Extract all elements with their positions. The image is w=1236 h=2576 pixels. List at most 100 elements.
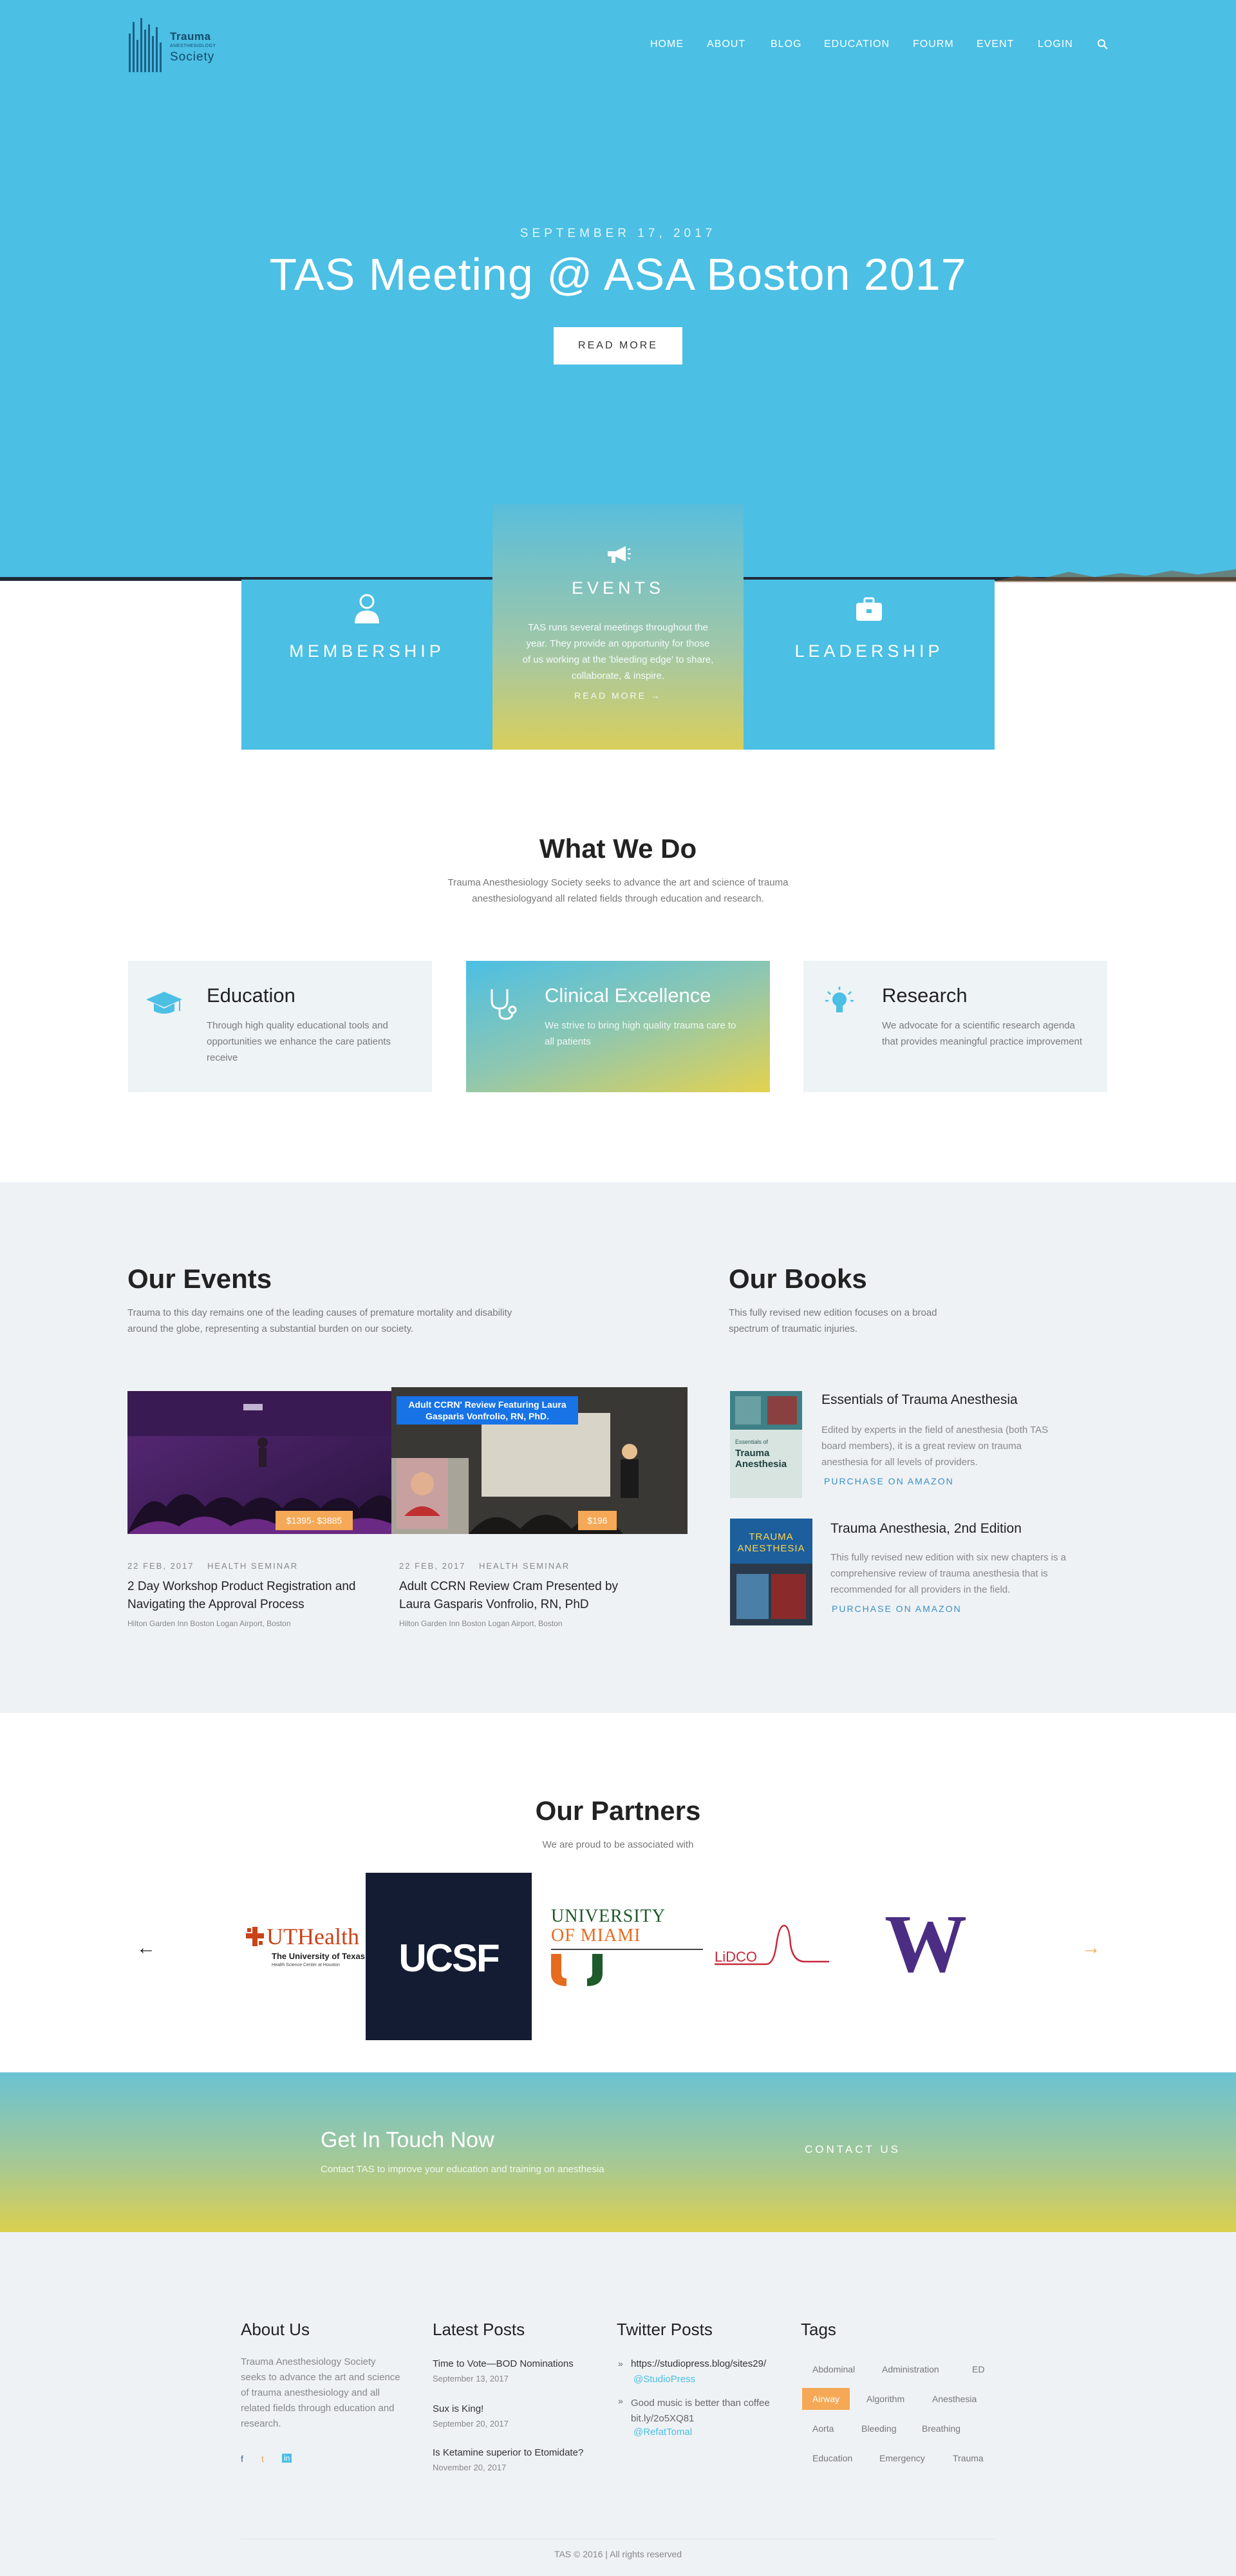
linkedin-icon[interactable]: in [282,2454,292,2463]
feature-events-title: EVENTS [571,578,665,598]
tag-airway[interactable]: Airway [802,2388,850,2410]
tag-education[interactable]: Education [802,2447,863,2469]
footer-twitter-title: Twitter Posts [617,2320,713,2339]
event-location-2: Hilton Garden Inn Boston Logan Airport, … [399,1619,563,1628]
event-title-2[interactable]: Adult CCRN Review Cram Presented by Laur… [399,1578,644,1614]
tweet-handle-2[interactable]: @RefatTomal [633,2427,692,2438]
book-cover-1[interactable]: Essentials of Trauma Anesthesia [730,1391,802,1498]
briefcase-icon [856,597,882,621]
miami-divider [551,1949,703,1950]
post-date-1: September 13, 2017 [433,2374,509,2383]
book-purchase-link-2[interactable]: PURCHASE ON AMAZON [832,1604,962,1614]
partner-logo-ucsf[interactable]: UCSF [366,1873,532,2040]
books-subtitle: This fully revised new edition focuses o… [729,1307,937,1334]
tag-anesthesia[interactable]: Anesthesia [922,2388,987,2410]
nav-fourm[interactable]: FOURM [913,39,954,50]
card-clinical-desc: We strive to bring high quality trauma c… [545,1020,736,1047]
site-logo[interactable]: Trauma ANESTHESIOLOGY Society [127,18,224,72]
twitter-icon[interactable]: t [261,2454,264,2464]
nav-login[interactable]: LOGIN [1038,39,1073,50]
search-icon[interactable] [1097,39,1109,50]
contact-us-button[interactable]: CONTACT US [805,2143,901,2156]
tag-abdominal[interactable]: Abdominal [802,2358,865,2380]
cta-subtitle: Contact TAS to improve your education an… [321,2164,604,2175]
feature-membership[interactable]: MEMBERSHIP [241,580,492,750]
tag-trauma[interactable]: Trauma [942,2447,994,2469]
post-date-3: November 20, 2017 [433,2463,507,2472]
card-clinical-title: Clinical Excellence [545,984,711,1007]
footer: About Us Trauma Anesthesiology Society s… [0,2232,1236,2576]
card-education-desc: Through high quality educational tools a… [207,1020,391,1063]
book-purchase-link-1[interactable]: PURCHASE ON AMAZON [824,1476,954,1486]
book-cover-1-line1: Essentials of [735,1439,769,1445]
book-title-2[interactable]: Trauma Anesthesia, 2nd Edition [830,1521,1022,1537]
footer-about-title: About Us [241,2320,310,2339]
tweet-bullet-icon: » [618,2358,623,2369]
book-cover-2-line1: TRAUMA [749,1531,794,1542]
tag-algorithm[interactable]: Algorithm [856,2388,915,2410]
card-research-desc: We advocate for a scientific research ag… [882,1020,1082,1047]
cta-title: Get In Touch Now [321,2128,494,2152]
logo-text-society: Society [170,50,215,64]
tag-aorta[interactable]: Aorta [802,2418,844,2439]
book-title-1[interactable]: Essentials of Trauma Anesthesia [821,1392,1018,1408]
partners-prev-arrow[interactable]: ← [136,1937,156,1959]
what-we-do-subtitle: Trauma Anesthesiology Society seeks to a… [447,877,789,904]
nav-event[interactable]: EVENT [977,39,1014,50]
book-desc-2: This fully revised new edition with six … [830,1552,1066,1595]
nav-home[interactable]: HOME [650,39,684,50]
event-title-1[interactable]: 2 Day Workshop Product Registration and … [127,1578,366,1614]
partners-next-arrow[interactable]: → [1082,1937,1101,1959]
card-research-title: Research [882,984,968,1007]
event-image-1[interactable]: $1395- $3885 [127,1391,391,1534]
logo-bars-icon [127,18,166,72]
feature-events[interactable]: EVENTS TAS runs several meetings through… [492,504,744,750]
event-image-2[interactable]: Adult CCRN' Review Featuring Laura Gaspa… [391,1387,688,1534]
events-subtitle: Trauma to this day remains one of the le… [127,1307,512,1334]
partners-subtitle: We are proud to be associated with [542,1839,694,1850]
tweet-text-1[interactable]: https://studiopress.blog/sites29/ [631,2358,785,2369]
tag-bleeding[interactable]: Bleeding [851,2418,907,2439]
event-date-2: 22 FEB, 2017 [399,1561,466,1571]
card-education-title: Education [207,984,295,1007]
tweet-handle-1[interactable]: @StudioPress [633,2374,695,2385]
partner-logo-miami[interactable]: UNIVERSITY OF MIAMI [551,1906,706,1990]
tag-ed[interactable]: ED [962,2358,995,2380]
event-category-2[interactable]: HEALTH SEMINAR [479,1561,570,1571]
tag-administration[interactable]: Administration [872,2358,950,2380]
feature-events-read-more-link[interactable]: READ MORE → [492,690,744,701]
events-title: Our Events [127,1264,272,1294]
book-cover-2[interactable]: TRAUMA ANESTHESIA [730,1519,812,1625]
post-title-1[interactable]: Time to Vote—BOD Nominations [433,2358,574,2369]
partner-logo-lidco[interactable]: LiDCO [715,1919,830,1977]
hero-read-more-button[interactable]: READ MORE [554,327,682,365]
card-education[interactable]: Education Through high quality education… [128,961,432,1092]
megaphone-icon [608,546,631,563]
nav-about[interactable]: ABOUT [707,39,745,50]
nav-blog[interactable]: BLOG [771,39,801,50]
post-title-3[interactable]: Is Ketamine superior to Etomidate? [433,2447,583,2458]
card-research[interactable]: Research We advocate for a scientific re… [803,961,1107,1092]
book-desc-1: Edited by experts in the field of anesth… [821,1425,1049,1468]
card-clinical-excellence[interactable]: Clinical Excellence We strive to bring h… [466,961,770,1092]
miami-wordmark-2: OF MIAMI [551,1926,641,1946]
nav-education[interactable]: EDUCATION [824,39,890,50]
feature-leadership[interactable]: LEADERSHIP [744,580,995,750]
tag-emergency[interactable]: Emergency [869,2447,935,2469]
event-category-1[interactable]: HEALTH SEMINAR [207,1561,298,1571]
partner-logo-uw[interactable]: W [876,1899,976,1989]
partner-logo-uthealth[interactable]: UTHealth The University of Texas Health … [243,1923,366,1972]
hero-date: SEPTEMBER 17, 2017 [520,227,716,240]
miami-wordmark-1: UNIVERSITY [551,1906,666,1926]
post-title-2[interactable]: Sux is King! [433,2403,483,2414]
facebook-icon[interactable]: f [241,2454,243,2464]
hero-crowd-strip [991,569,1236,582]
uthealth-subtitle: The University of Texas [272,1951,365,1961]
footer-about-text: Trauma Anesthesiology Society seeks to a… [241,2356,400,2429]
tweet-bullet-icon: » [618,2396,623,2406]
hero-section: Trauma ANESTHESIOLOGY Society HOME ABOUT… [0,0,1236,582]
footer-posts-title: Latest Posts [433,2320,525,2339]
events-books-section: Our Events Trauma to this day remains on… [0,1182,1236,1713]
tag-breathing[interactable]: Breathing [912,2418,971,2439]
tweet-text-2: Good music is better than coffee bit.ly/… [631,2398,770,2424]
